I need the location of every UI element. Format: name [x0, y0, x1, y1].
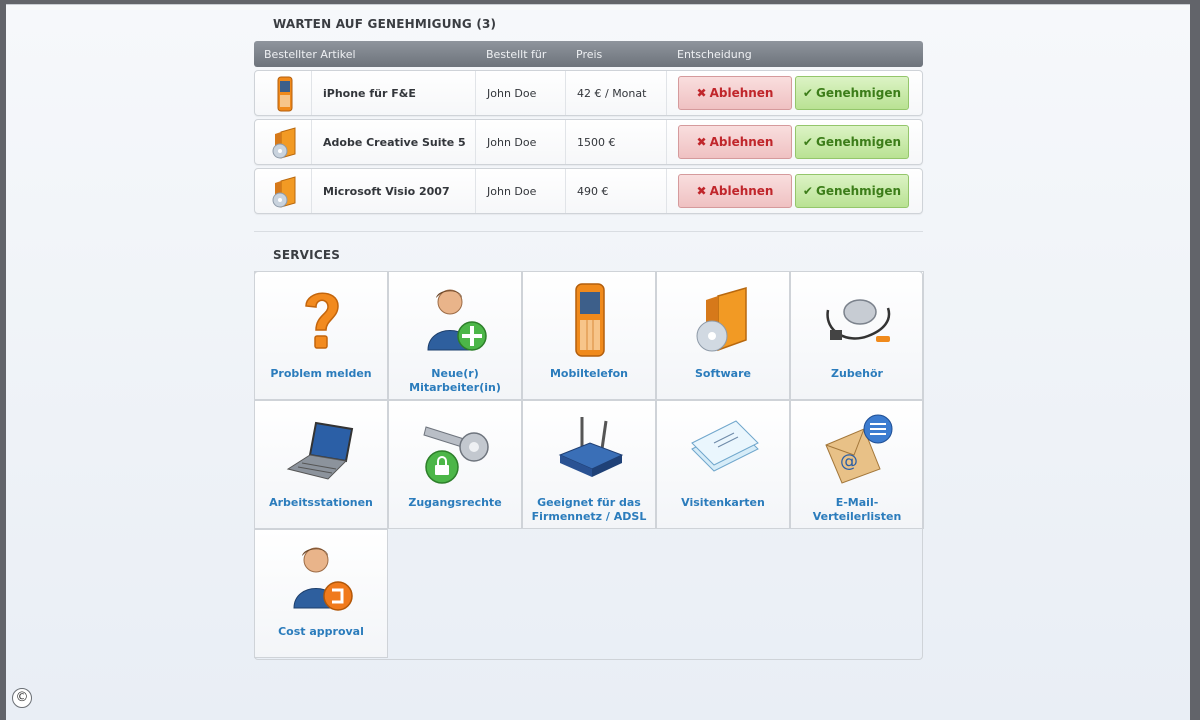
- close-icon: ✖: [696, 184, 707, 198]
- service-label: Arbeitsstationen: [269, 496, 373, 509]
- column-header-item: Bestellter Artikel: [264, 48, 356, 61]
- service-label: Cost approval: [278, 625, 364, 638]
- reject-button[interactable]: ✖ Ablehnen: [678, 76, 792, 110]
- ordered-for: John Doe: [487, 136, 537, 149]
- item-name: Microsoft Visio 2007: [323, 185, 450, 198]
- service-label: Visitenkarten: [681, 496, 765, 509]
- services-grid: Problem melden Neue(r) Mitarbeiter(in) M…: [254, 271, 924, 660]
- mobile-phone-icon: [575, 283, 605, 357]
- column-header-price: Preis: [576, 48, 603, 61]
- service-label: Zugangsrechte: [408, 496, 502, 509]
- email-list-icon: @: [825, 414, 893, 484]
- service-tile-business-cards[interactable]: Visitenkarten: [656, 400, 790, 529]
- svg-text:@: @: [840, 451, 858, 472]
- ordered-for: John Doe: [487, 87, 537, 100]
- router-icon: [558, 417, 624, 477]
- laptop-icon: [286, 421, 354, 480]
- service-label: E-Mail-Verteilerlisten: [812, 496, 902, 523]
- approve-button[interactable]: ✔ Genehmigen: [795, 174, 909, 208]
- page: WARTEN AUF GENEHMIGUNG (3) Bestellter Ar…: [6, 4, 1190, 720]
- add-user-icon: [427, 289, 487, 351]
- question-mark-icon: [305, 292, 339, 349]
- services-title: SERVICES: [273, 248, 341, 262]
- service-tile-email-lists[interactable]: @ E-Mail-Verteilerlisten: [790, 400, 924, 529]
- reject-button[interactable]: ✖ Ablehnen: [678, 174, 792, 208]
- section-divider: [254, 231, 923, 232]
- software-box-icon: [696, 287, 747, 352]
- pending-approvals-title: WARTEN AUF GENEHMIGUNG (3): [273, 17, 497, 31]
- service-label: Software: [695, 367, 751, 380]
- service-tile-software[interactable]: Software: [656, 271, 790, 400]
- item-name: Adobe Creative Suite 5: [323, 136, 466, 149]
- service-tile-new-employee[interactable]: Neue(r) Mitarbeiter(in): [388, 271, 522, 400]
- pending-table-header: Bestellter Artikel Bestellt für Preis En…: [254, 41, 923, 67]
- service-tile-accessories[interactable]: Zubehör: [790, 271, 924, 400]
- service-label: Zubehör: [831, 367, 883, 380]
- column-header-ordered-for: Bestellt für: [486, 48, 547, 61]
- close-icon: ✖: [696, 135, 707, 149]
- column-header-decision: Entscheidung: [677, 48, 752, 61]
- approve-button[interactable]: ✔ Genehmigen: [795, 125, 909, 159]
- service-label: Geeignet für das Firmennetz / ADSL: [531, 496, 647, 523]
- table-row: iPhone für F&E John Doe 42 € / Monat ✖ Ab…: [254, 70, 923, 116]
- approve-button[interactable]: ✔ Genehmigen: [795, 76, 909, 110]
- copyright-badge: ©: [12, 688, 32, 708]
- item-name: iPhone für F&E: [323, 87, 416, 100]
- service-label: Mobiltelefon: [549, 367, 629, 380]
- checkmark-icon: ✔: [802, 135, 813, 149]
- mobile-phone-icon: [277, 76, 293, 112]
- service-label: Neue(r) Mitarbeiter(in): [409, 367, 501, 394]
- item-price: 1500 €: [577, 136, 616, 149]
- cost-approval-user-icon: [293, 547, 353, 611]
- item-price: 490 €: [577, 185, 609, 198]
- service-tile-network[interactable]: Geeignet für das Firmennetz / ADSL: [522, 400, 656, 529]
- mouse-cable-icon: [826, 299, 891, 342]
- reject-button[interactable]: ✖ Ablehnen: [678, 125, 792, 159]
- key-lock-icon: [423, 426, 489, 484]
- service-tile-mobile[interactable]: Mobiltelefon: [522, 271, 656, 400]
- checkmark-icon: ✔: [802, 86, 813, 100]
- software-box-icon: [272, 127, 296, 159]
- ordered-for: John Doe: [487, 185, 537, 198]
- business-cards-icon: [691, 420, 759, 472]
- service-tile-access-rights[interactable]: Zugangsrechte: [388, 400, 522, 529]
- item-price: 42 € / Monat: [577, 87, 647, 100]
- close-icon: ✖: [696, 86, 707, 100]
- service-label: Problem melden: [270, 367, 372, 380]
- service-tile-cost-approval[interactable]: Cost approval: [254, 529, 388, 658]
- table-row: Adobe Creative Suite 5 John Doe 1500 € ✖…: [254, 119, 923, 165]
- table-row: Microsoft Visio 2007 John Doe 490 € ✖ Abl…: [254, 168, 923, 214]
- checkmark-icon: ✔: [802, 184, 813, 198]
- service-tile-workstations[interactable]: Arbeitsstationen: [254, 400, 388, 529]
- service-tile-problem[interactable]: Problem melden: [254, 271, 388, 400]
- software-box-icon: [272, 176, 296, 208]
